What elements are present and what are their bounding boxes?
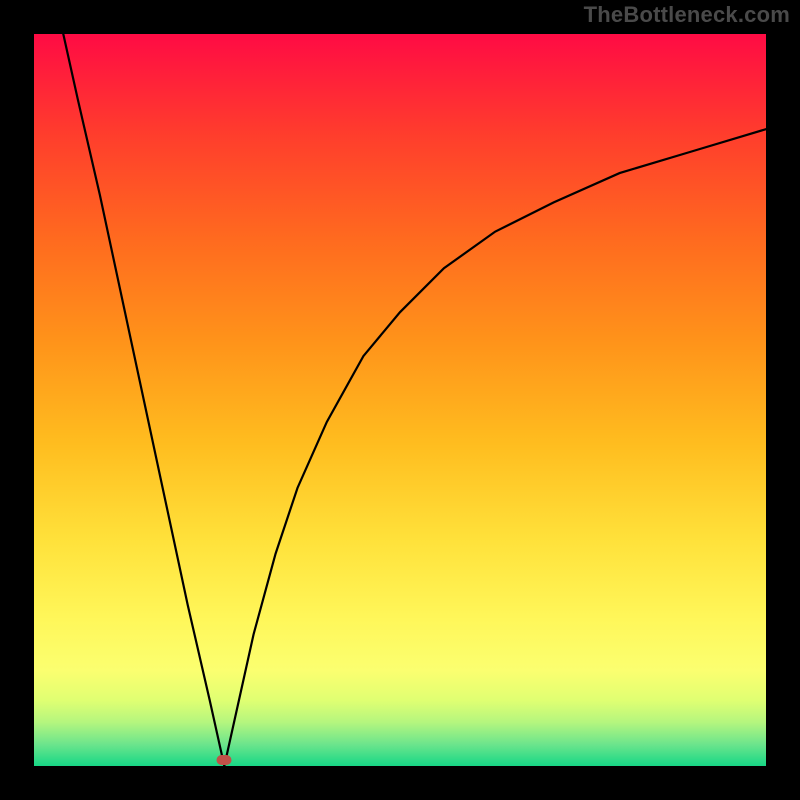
min-marker	[217, 755, 232, 765]
plot-area	[34, 34, 766, 766]
watermark-text: TheBottleneck.com	[584, 2, 790, 28]
curve-right-branch	[224, 129, 766, 766]
bottleneck-curve	[34, 34, 766, 766]
chart-frame: TheBottleneck.com	[0, 0, 800, 800]
curve-left-branch	[63, 34, 224, 766]
